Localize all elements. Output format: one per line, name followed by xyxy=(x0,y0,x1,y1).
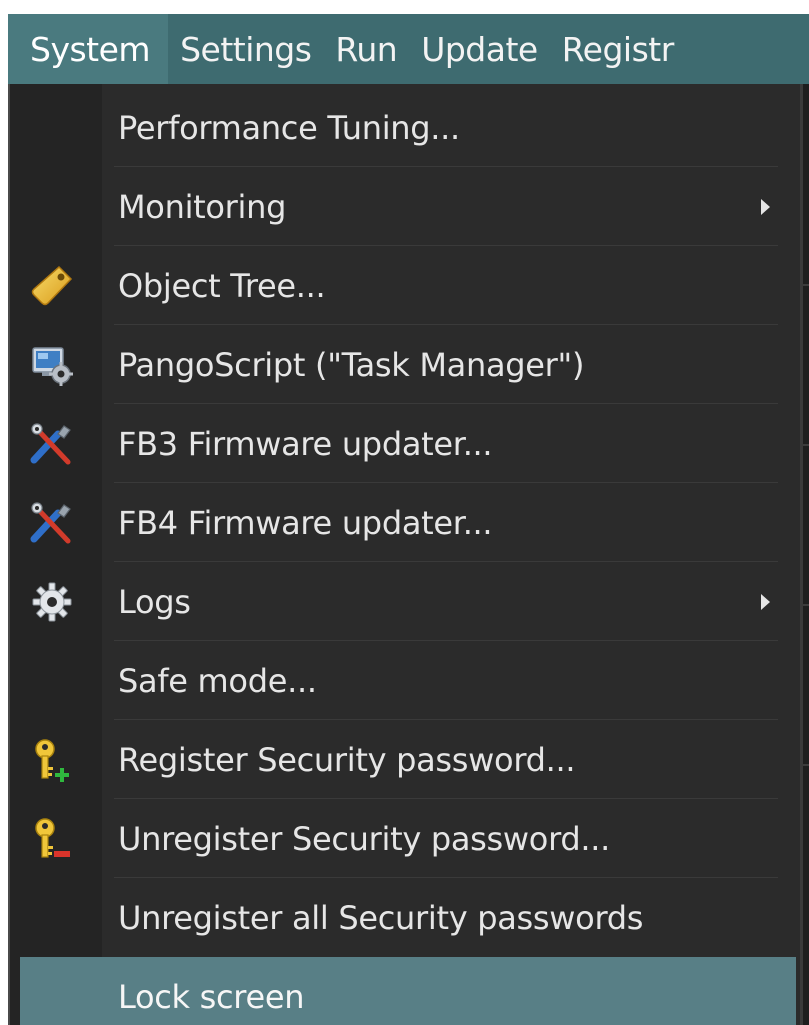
menu-item-label: FB4 Firmware updater... xyxy=(118,503,493,542)
app-window: System Settings Run Update Registr Perfo… xyxy=(0,0,809,1025)
background-tick xyxy=(803,604,809,606)
menu-item-register-security-password[interactable]: Register Security password... xyxy=(10,720,800,799)
menu-item-unregister-all-security-passwords[interactable]: Unregister all Security passwords xyxy=(10,878,800,957)
menu-item-label: Lock screen xyxy=(118,977,305,1016)
submenu-arrow-icon xyxy=(761,593,770,610)
menu-item-label: PangoScript ("Task Manager") xyxy=(118,345,585,384)
background-tick xyxy=(803,444,809,446)
menu-item-label: FB3 Firmware updater... xyxy=(118,424,493,463)
menu-settings[interactable]: Settings xyxy=(168,14,323,84)
menu-item-fb3-firmware-updater[interactable]: FB3 Firmware updater... xyxy=(10,404,800,483)
menu-item-logs[interactable]: Logs xyxy=(10,562,800,641)
submenu-arrow-icon xyxy=(761,198,770,215)
menu-system[interactable]: System xyxy=(8,14,169,84)
tools-icon xyxy=(24,416,80,472)
menu-item-lock-screen[interactable]: Lock screen xyxy=(20,957,796,1025)
system-dropdown-menu: Performance Tuning... Monitoring Object … xyxy=(8,84,803,1025)
menu-item-safe-mode[interactable]: Safe mode... xyxy=(10,641,800,720)
key-remove-icon xyxy=(24,811,80,867)
menu-item-label: Unregister Security password... xyxy=(118,819,610,858)
gear-icon xyxy=(24,574,80,630)
menu-item-performance-tuning[interactable]: Performance Tuning... xyxy=(10,88,800,167)
menu-item-object-tree[interactable]: Object Tree... xyxy=(10,246,800,325)
menu-item-label: Safe mode... xyxy=(118,661,317,700)
menu-item-label: Unregister all Security passwords xyxy=(118,898,644,937)
menu-item-label: Monitoring xyxy=(118,187,287,226)
key-add-icon xyxy=(24,732,80,788)
menu-item-label: Register Security password... xyxy=(118,740,576,779)
menu-item-unregister-security-password[interactable]: Unregister Security password... xyxy=(10,799,800,878)
menu-update[interactable]: Update xyxy=(409,14,550,84)
menu-item-fb4-firmware-updater[interactable]: FB4 Firmware updater... xyxy=(10,483,800,562)
menu-bar: System Settings Run Update Registr xyxy=(8,14,809,84)
background-tick xyxy=(803,764,809,766)
menu-run[interactable]: Run xyxy=(323,14,409,84)
menu-item-pangoscript[interactable]: PangoScript ("Task Manager") xyxy=(10,325,800,404)
menu-item-label: Logs xyxy=(118,582,191,621)
menu-registration[interactable]: Registr xyxy=(550,14,686,84)
tag-icon xyxy=(24,258,80,314)
tools-icon xyxy=(24,495,80,551)
menu-item-label: Performance Tuning... xyxy=(118,108,460,147)
monitor-gear-icon xyxy=(24,337,80,393)
menu-item-label: Object Tree... xyxy=(118,266,326,305)
menu-item-monitoring[interactable]: Monitoring xyxy=(10,167,800,246)
background-tick xyxy=(803,284,809,286)
